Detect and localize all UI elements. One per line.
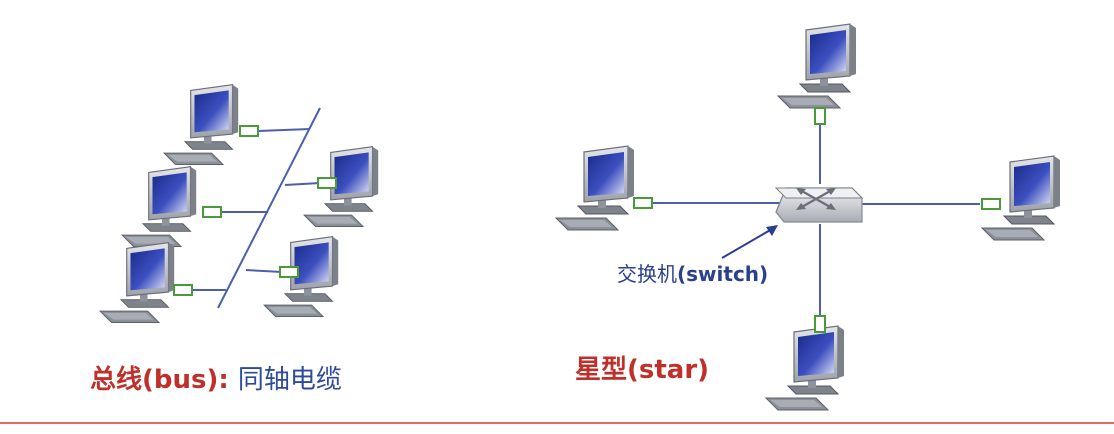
computer-icon — [121, 166, 197, 248]
computer-icon — [303, 146, 379, 228]
nic-icon — [173, 284, 193, 296]
nic-icon — [814, 107, 826, 125]
nic-icon — [633, 197, 653, 209]
nic-icon — [814, 315, 826, 333]
nic-icon — [981, 198, 1001, 210]
bus-drop-line-1 — [257, 128, 311, 132]
computer-icon — [555, 145, 635, 231]
nic-icon — [279, 266, 299, 278]
computer-icon — [765, 325, 845, 411]
bus-topology — [99, 84, 379, 324]
switch-label: 交换机(switch) — [617, 264, 768, 284]
star-topology — [555, 23, 1061, 411]
network-topology-diagram: 总线(bus): 同轴电缆 星型(star) 交换机(switch) — [0, 0, 1114, 430]
computer-icon — [777, 23, 857, 109]
switch-pointer-arrow — [721, 225, 778, 259]
bus-drop-line-5 — [245, 269, 283, 273]
switch-label-cn: 交换机 — [617, 262, 677, 286]
bus-caption-prefix: 总线(bus): — [90, 365, 229, 395]
bus-drop-line-4 — [284, 182, 321, 186]
bottom-divider — [0, 422, 1114, 424]
switch-icon — [774, 187, 864, 223]
computer-icon — [263, 236, 339, 318]
switch-label-en: (switch) — [677, 262, 769, 286]
star-caption-text: 星型(star) — [575, 355, 710, 385]
nic-icon — [317, 177, 337, 189]
nic-icon — [202, 206, 222, 218]
nic-icon — [239, 125, 259, 137]
bus-caption-suffix: 同轴电缆 — [237, 365, 342, 395]
computer-icon — [99, 242, 175, 324]
computer-icon — [163, 84, 239, 166]
bus-topology-caption: 总线(bus): 同轴电缆 — [90, 367, 342, 393]
star-topology-caption: 星型(star) — [575, 357, 709, 383]
